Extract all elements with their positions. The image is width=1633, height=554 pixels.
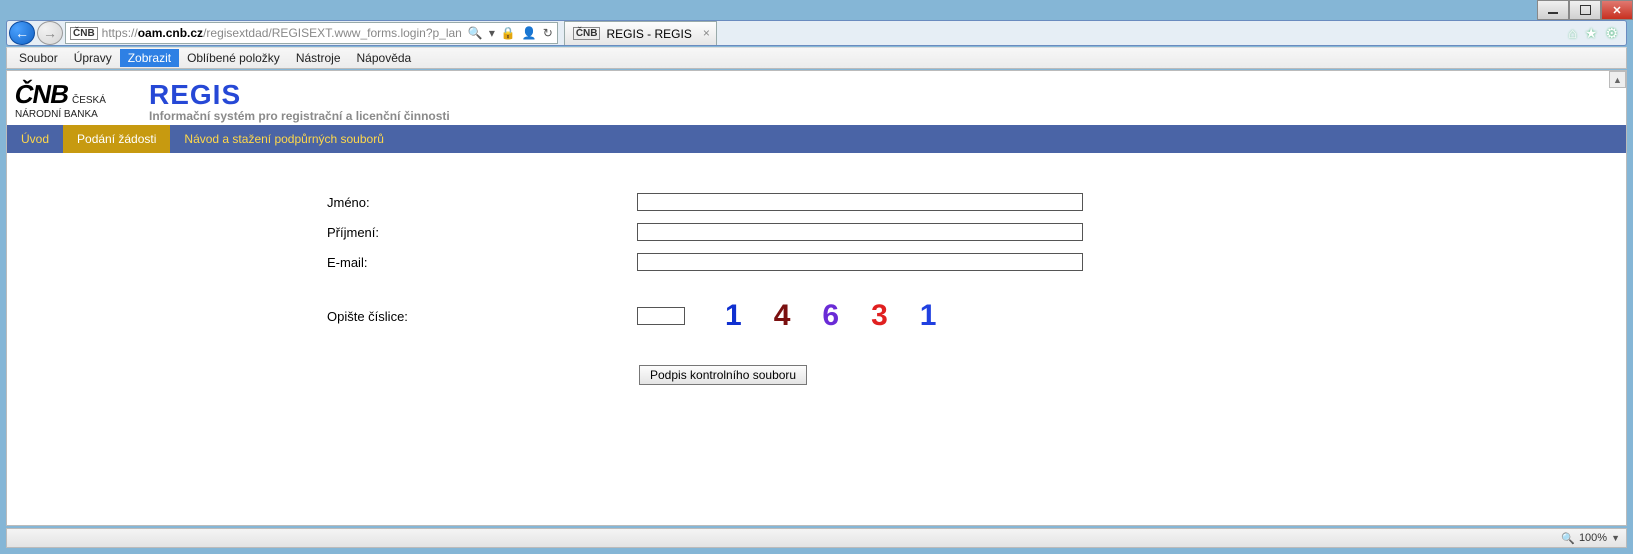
captcha-digit-4: 3 (871, 299, 902, 333)
dropdown-icon[interactable]: ▾ (489, 26, 495, 40)
captcha-digit-5: 1 (920, 299, 951, 333)
logo-big: ČNB (12, 79, 71, 110)
forward-button[interactable]: → (37, 21, 63, 45)
tab-close-icon[interactable]: × (703, 26, 710, 40)
label-email: E-mail: (7, 255, 637, 270)
tab-favicon: ČNB (573, 27, 601, 40)
home-icon[interactable]: ⌂ (1568, 25, 1576, 42)
lock-icon: 🔒 (501, 26, 516, 40)
search-icon[interactable]: 🔍 (468, 26, 483, 40)
back-button[interactable]: ← (9, 21, 35, 45)
refresh-icon[interactable]: ↻ (543, 26, 553, 40)
window-minimize-button[interactable] (1537, 0, 1569, 20)
url-scheme: https:// (102, 26, 138, 40)
nav-guide[interactable]: Návod a stažení podpůrných souborů (170, 125, 397, 153)
nav-request[interactable]: Podání žádosti (63, 125, 170, 153)
captcha-image: 14631 (725, 299, 950, 333)
captcha-digit-3: 6 (822, 299, 853, 333)
zoom-control[interactable]: 🔍 100% ▼ (1561, 532, 1620, 545)
url-host: oam.cnb.cz (138, 26, 203, 40)
logo-line2: NÁRODNÍ BANKA (15, 110, 135, 120)
site-identity-icon: ČNB (70, 27, 98, 40)
menu-edit[interactable]: Úpravy (66, 49, 120, 67)
menu-view[interactable]: Zobrazit (120, 49, 179, 67)
menu-tools[interactable]: Nástroje (288, 49, 349, 67)
ie-command-bar: ⌂ ★ ⚙ (1568, 25, 1624, 42)
cnb-logo: ČNB ČESKÁ NÁRODNÍ BANKA (15, 79, 135, 120)
label-lastname: Příjmení: (7, 225, 637, 240)
submit-button[interactable]: Podpis kontrolního souboru (639, 365, 807, 385)
identity-icon[interactable]: 👤 (522, 26, 537, 40)
label-firstname: Jméno: (7, 195, 637, 210)
menu-file[interactable]: Soubor (11, 49, 66, 67)
favorites-icon[interactable]: ★ (1585, 25, 1598, 42)
nav-home[interactable]: Úvod (7, 125, 63, 153)
captcha-digit-1: 1 (725, 299, 756, 333)
request-form: Jméno: Příjmení: E-mail: Opište číslice:… (7, 153, 1626, 385)
menu-help[interactable]: Nápověda (349, 49, 420, 67)
zoom-dropdown-icon[interactable]: ▼ (1611, 533, 1620, 543)
input-captcha[interactable] (637, 307, 685, 325)
menu-favorites[interactable]: Oblíbené položky (179, 49, 288, 67)
window-maximize-button[interactable] (1569, 0, 1601, 20)
site-nav: Úvod Podání žádosti Návod a stažení podp… (7, 125, 1626, 153)
captcha-digit-2: 4 (774, 299, 805, 333)
tab-title: REGIS - REGIS (606, 27, 691, 41)
status-bar: 🔍 100% ▼ (6, 528, 1627, 548)
address-bar[interactable]: ČNB https:// oam.cnb.cz /regisextdad/REG… (65, 22, 558, 44)
label-captcha: Opište číslice: (7, 309, 637, 324)
browser-menu-bar: Soubor Úpravy Zobrazit Oblíbené položky … (6, 47, 1627, 69)
page-viewport: ▲ ČNB ČESKÁ NÁRODNÍ BANKA REGIS Informač… (6, 70, 1627, 526)
window-close-button[interactable] (1601, 0, 1633, 20)
zoom-icon: 🔍 (1561, 532, 1575, 545)
browser-toolbar: ← → ČNB https:// oam.cnb.cz /regisextdad… (6, 20, 1627, 46)
logo-line1: ČESKÁ (72, 95, 106, 106)
zoom-value: 100% (1579, 532, 1607, 544)
input-lastname[interactable] (637, 223, 1083, 241)
scroll-up-button[interactable]: ▲ (1609, 71, 1626, 88)
url-path: /regisextdad/REGISEXT.www_forms.login?p_… (203, 26, 462, 40)
input-firstname[interactable] (637, 193, 1083, 211)
page-title: REGIS (149, 79, 450, 111)
tools-icon[interactable]: ⚙ (1605, 25, 1618, 42)
browser-tab[interactable]: ČNB REGIS - REGIS × (564, 21, 717, 45)
page-subtitle: Informační systém pro registrační a lice… (149, 109, 450, 123)
input-email[interactable] (637, 253, 1083, 271)
